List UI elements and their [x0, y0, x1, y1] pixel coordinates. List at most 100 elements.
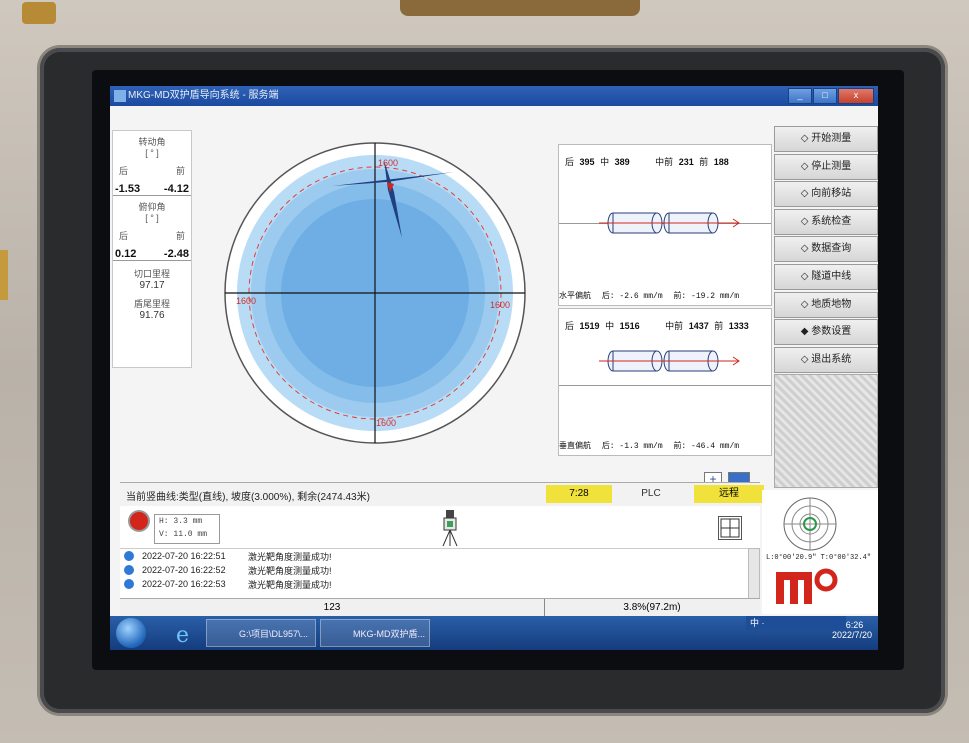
roll-front-value: -4.12: [163, 183, 189, 195]
log-message: 激光靶角度测量成功!: [248, 551, 332, 562]
scale-left: 1600: [236, 296, 256, 306]
roll-title: 转动角: [138, 137, 166, 147]
h-front-label: 前: [699, 157, 709, 167]
v-front-value: 1333: [728, 321, 749, 331]
v-midfront-label: 中前: [665, 321, 684, 331]
v-mid-label: 中: [605, 321, 615, 331]
deviation-target: 1600 1600 1600 1600: [224, 142, 526, 444]
tunnel-centerline-button[interactable]: ◇ 隧道中线: [774, 263, 878, 290]
h-offset: H: 3.3 mm: [159, 517, 203, 526]
bottom-left-value: 123: [120, 599, 545, 617]
compass-readout: L:0°00'20.9" T:0°00'32.4": [766, 554, 872, 562]
log-row: 2022-07-20 16:22:53 激光靶角度测量成功!: [120, 577, 748, 591]
v-shield-graphic: [599, 350, 740, 372]
total-station-icon: [442, 510, 458, 547]
data-query-button[interactable]: ◇ 数据查询: [774, 236, 878, 263]
taskbar-explorer[interactable]: G:\项目\DL957\...: [206, 619, 316, 647]
name-plate: [400, 0, 640, 16]
tail-mileage-value: 91.76: [139, 310, 165, 321]
start-measure-button[interactable]: ◇ 开始测量: [774, 126, 878, 152]
h-midfront-value: 231: [678, 157, 694, 167]
window-controls: _ □ x: [787, 88, 874, 104]
laser-target-icon: [783, 497, 837, 551]
h-rear-value: 395: [579, 157, 595, 167]
minimize-button[interactable]: _: [788, 88, 812, 104]
log-scrollbar[interactable]: [748, 548, 760, 602]
stop-measure-button[interactable]: ◇ 停止测量: [774, 153, 878, 180]
maximize-button[interactable]: □: [813, 88, 837, 104]
log-time: 2022-07-20 16:22:53: [142, 579, 226, 589]
svg-text:e: e: [176, 623, 189, 646]
h-rear-dev: 后: -2.6 mm/m: [601, 292, 663, 301]
roll-rear-label: 后: [119, 166, 129, 176]
v-rear-value: 1519: [579, 321, 600, 331]
info-icon: [124, 551, 134, 561]
log-message: 激光靶角度测量成功!: [248, 579, 332, 590]
close-button[interactable]: x: [838, 88, 874, 104]
alarm-stop-icon[interactable]: [130, 512, 148, 530]
move-station-button[interactable]: ◇ 向前移站: [774, 181, 878, 208]
scale-top: 1600: [378, 158, 398, 168]
pitch-rear-value: 0.12: [115, 248, 137, 260]
status-time: 7:28: [546, 485, 612, 503]
h-rear-label: 后: [565, 157, 575, 167]
v-midfront-value: 1437: [688, 321, 709, 331]
side-clip: [0, 250, 8, 300]
start-button[interactable]: [116, 618, 146, 648]
horizontal-deviation-panel: 后 395 中 389 中前 231 前 188 水平偏航 后: -2.6 mm…: [558, 144, 772, 306]
v-offset: V: 11.0 mm: [159, 530, 208, 539]
message-log: 2022-07-20 16:22:51 激光靶角度测量成功! 2022-07-2…: [120, 548, 748, 599]
bottom-bar: 123 3.8%(97.2m): [120, 598, 760, 617]
v-title: 垂直偏航: [559, 441, 591, 450]
parameter-settings-button[interactable]: ◆ 参数设置: [774, 319, 878, 346]
h-mid-value: 389: [614, 157, 630, 167]
h-mid-label: 中: [600, 157, 610, 167]
log-time: 2022-07-20 16:22:51: [142, 551, 226, 561]
remote-indicator: 远程: [694, 485, 764, 503]
geology-button[interactable]: ◇ 地质地物: [774, 291, 878, 318]
log-row: 2022-07-20 16:22:51 激光靶角度测量成功!: [120, 549, 748, 563]
v-rear-label: 后: [565, 321, 575, 331]
hv-offset-box: H: 3.3 mm V: 11.0 mm: [154, 514, 220, 544]
curve-status: 当前竖曲线:类型(直线), 坡度(3.000%), 剩余(2474.43米): [126, 492, 370, 503]
ime-bar[interactable]: 中 ·: [746, 616, 846, 630]
bottom-right-value: 3.8%(97.2m): [623, 602, 681, 613]
cutter-mileage-label: 切口里程: [133, 269, 170, 279]
status-bar: 当前竖曲线:类型(直线), 坡度(3.000%), 剩余(2474.43米) 7…: [120, 482, 764, 505]
tail-mileage-label: 盾尾里程: [133, 299, 170, 309]
company-logo: [776, 568, 838, 604]
title-bar[interactable]: MKG-MD双护盾导向系统 - 服务端 _ □ x: [110, 86, 878, 106]
info-icon: [124, 579, 134, 589]
exit-system-button[interactable]: ◇ 退出系统: [774, 346, 878, 373]
window-title: MKG-MD双护盾导向系统 - 服务端: [128, 90, 279, 101]
main-menu: ◇ 开始测量 ◇ 停止测量 ◇ 向前移站 ◇ 系统检查 ◇ 数据查询 ◇ 隧道中…: [774, 126, 878, 489]
app-icon: [114, 90, 126, 102]
roll-front-label: 前: [175, 166, 185, 176]
compass-panel: L:0°00'20.9" T:0°00'32.4": [762, 490, 878, 614]
attitude-panel: 转动角 [ ° ] 后 前 -1.53 -4.12 俯仰角 [ ° ] 后 前 …: [112, 130, 192, 368]
v-front-label: 前: [714, 321, 724, 331]
scale-bottom: 1600: [376, 418, 396, 428]
pitch-rear-label: 后: [119, 231, 129, 241]
system-check-button[interactable]: ◇ 系统检查: [774, 208, 878, 235]
grid-view-icon[interactable]: [718, 516, 742, 540]
h-shield-graphic: [599, 212, 740, 234]
scale-right: 1600: [490, 300, 510, 310]
log-time: 2022-07-20 16:22:52: [142, 565, 226, 575]
taskbar-app[interactable]: MKG-MD双护盾...: [320, 619, 430, 647]
h-front-dev: 前: -19.2 mm/m: [673, 292, 740, 301]
pitch-front-label: 前: [175, 231, 185, 241]
info-icon: [124, 565, 134, 575]
roll-rear-value: -1.53: [115, 183, 141, 195]
pitch-unit: [ ° ]: [145, 213, 159, 223]
log-row: 2022-07-20 16:22:52 激光靶角度测量成功!: [120, 563, 748, 577]
ie-icon[interactable]: e: [172, 620, 198, 646]
h-midfront-label: 中前: [655, 157, 674, 167]
h-title: 水平偏航: [559, 291, 591, 300]
v-front-dev: 前: -46.4 mm/m: [673, 442, 740, 451]
h-front-value: 188: [713, 157, 729, 167]
plc-indicator: PLC: [641, 488, 661, 499]
v-rear-dev: 后: -1.3 mm/m: [601, 442, 663, 451]
clock-date: 2022/7/20: [831, 630, 872, 640]
screw-plate: [22, 2, 56, 24]
